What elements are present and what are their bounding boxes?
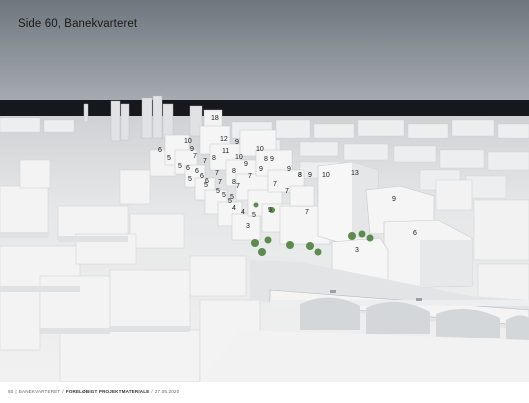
page-title: Side 60, Banekvarteret: [18, 18, 138, 30]
height-label: 6: [200, 173, 204, 180]
footer-document-type: FORELØBIGT PROJEKTMATERIALE: [65, 389, 150, 394]
height-label: 8: [264, 156, 268, 163]
height-label: 7: [218, 179, 222, 186]
height-label: 3: [246, 223, 250, 230]
height-label: 5: [222, 192, 226, 199]
footer-project: BANEKVARTERET: [18, 389, 61, 394]
height-label: 9: [190, 146, 194, 153]
height-label: 9: [259, 166, 263, 173]
height-label: 9: [270, 156, 274, 163]
height-label: 5: [167, 155, 171, 162]
height-label: 5: [228, 198, 232, 205]
document-page: 18 12 9 10 9 7 8 11 10 9 10 6 5 7 6 6 5 …: [0, 0, 529, 403]
height-label: 9: [287, 166, 291, 173]
height-label: 5: [204, 182, 208, 189]
height-label: 5: [268, 207, 272, 214]
height-label: 7: [203, 158, 207, 165]
footer-page-number: 60: [8, 389, 14, 394]
height-label: 18: [211, 115, 219, 122]
height-label: 6: [158, 147, 162, 154]
height-label: 6: [186, 165, 190, 172]
page-footer: 60 | BANEKVARTERET / FORELØBIGT PROJEKTMATER…: [8, 389, 180, 394]
height-label: 8: [298, 172, 302, 179]
height-label: 5: [216, 188, 220, 195]
height-label: 11: [222, 148, 229, 155]
sky: [0, 0, 529, 104]
height-label: 13: [351, 170, 359, 177]
height-label: 9: [308, 172, 312, 179]
height-label: 5: [178, 163, 182, 170]
aerial-city-rendering: 18 12 9 10 9 7 8 11 10 9 10 6 5 7 6 6 5 …: [0, 0, 529, 382]
height-label: 6: [413, 230, 417, 237]
height-label: 7: [236, 183, 240, 190]
height-label: 10: [322, 172, 330, 179]
height-label: 4: [241, 209, 245, 216]
height-label: 3: [355, 247, 359, 254]
height-label: 7: [285, 188, 289, 195]
height-label: 8: [232, 168, 236, 175]
height-label: 9: [235, 139, 239, 146]
height-label: 12: [220, 136, 228, 143]
height-label: 5: [188, 176, 192, 183]
height-label: 8: [212, 155, 216, 162]
block-6-facade: [420, 240, 472, 286]
height-label: 10: [256, 146, 264, 153]
footer-date: 27.06.2020: [154, 389, 180, 394]
height-label: 7: [193, 153, 197, 160]
height-label: 4: [232, 205, 236, 212]
height-label: 9: [244, 161, 248, 168]
height-label: 7: [248, 173, 252, 180]
height-label: 9: [392, 196, 396, 203]
height-label: 7: [305, 209, 309, 216]
height-label: 7: [215, 170, 219, 177]
height-label: 6: [195, 168, 199, 175]
height-label: 10: [184, 138, 192, 145]
height-label: 5: [252, 212, 256, 219]
height-label: 10: [235, 154, 243, 161]
height-label: 7: [273, 181, 277, 188]
